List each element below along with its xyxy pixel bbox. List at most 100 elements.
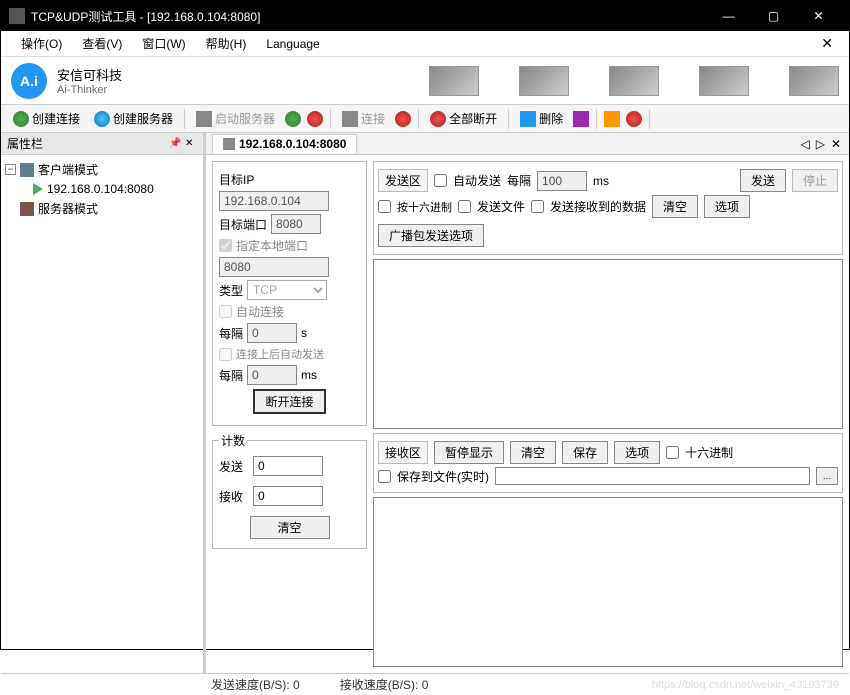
menubar: 操作(O) 查看(V) 窗口(W) 帮助(H) Language ✕ <box>1 31 849 57</box>
minimize-button[interactable]: — <box>706 1 751 31</box>
separator <box>596 109 597 129</box>
config-panel: 目标IP 目标端口 指定本地端口 类型 TCP <box>212 161 367 667</box>
close-button[interactable]: ✕ <box>796 1 841 31</box>
purge-icon[interactable] <box>573 111 589 127</box>
recv-section-label: 接收区 <box>378 441 428 464</box>
recv-textarea[interactable] <box>373 497 843 667</box>
send-interval-unit: ms <box>593 174 609 188</box>
tree-connection-item[interactable]: 192.168.0.104:8080 <box>5 180 199 198</box>
broadcast-options-button[interactable]: 广播包发送选项 <box>378 224 484 247</box>
connection-label: 192.168.0.104:8080 <box>47 182 154 196</box>
send-file-checkbox[interactable] <box>458 200 471 213</box>
create-server-button[interactable]: 创建服务器 <box>88 107 179 130</box>
hex-send-checkbox[interactable] <box>378 200 391 213</box>
disconnect-icon[interactable] <box>395 111 411 127</box>
send-options-button[interactable]: 选项 <box>704 195 750 218</box>
disconnect-all-icon <box>430 111 446 127</box>
auto-send-checkbox[interactable] <box>434 174 447 187</box>
create-connection-button[interactable]: 创建连接 <box>7 107 86 130</box>
connect-icon <box>342 111 358 127</box>
stop-button: 停止 <box>792 169 838 192</box>
stop-icon[interactable] <box>307 111 323 127</box>
maximize-button[interactable]: ▢ <box>751 1 796 31</box>
tab-close-icon[interactable]: ✕ <box>829 137 843 151</box>
hex-send-label: 按十六进制 <box>397 199 452 215</box>
send-header: 发送区 自动发送 每隔 ms 发送 停止 按十六进制 发送 <box>373 161 843 255</box>
auto-connect-label: 自动连接 <box>236 303 284 320</box>
titlebar: TCP&UDP测试工具 - [192.168.0.104:8080] — ▢ ✕ <box>1 1 849 31</box>
client-mode-label: 客户端模式 <box>38 161 98 178</box>
brand-banner: A.i 安信可科技 Ai-Thinker <box>1 57 849 105</box>
send-count-input[interactable] <box>253 456 323 476</box>
local-port-input[interactable] <box>219 257 329 277</box>
brand-cn: 安信可科技 <box>57 65 122 84</box>
send-button[interactable]: 发送 <box>740 169 786 192</box>
disconnect-all-label: 全部断开 <box>449 110 497 127</box>
recv-save-button[interactable]: 保存 <box>562 441 608 464</box>
menu-view[interactable]: 查看(V) <box>72 31 132 56</box>
menu-help[interactable]: 帮助(H) <box>196 31 257 56</box>
target-ip-input[interactable] <box>219 191 329 211</box>
brand-text: 安信可科技 Ai-Thinker <box>57 65 122 96</box>
window-buttons: — ▢ ✕ <box>706 1 841 31</box>
recv-clear-button[interactable]: 清空 <box>510 441 556 464</box>
delete-label: 删除 <box>539 110 563 127</box>
interval1-input[interactable] <box>247 323 297 343</box>
counter-clear-button[interactable]: 清空 <box>250 516 330 539</box>
statusbar: 发送速度(B/S): 0 接收速度(B/S): 0 https://blog.c… <box>1 673 849 695</box>
send-recv-data-checkbox[interactable] <box>531 200 544 213</box>
app-icon <box>9 8 25 24</box>
separator <box>330 109 331 129</box>
delete-button[interactable]: 删除 <box>514 107 569 130</box>
send-textarea[interactable] <box>373 259 843 429</box>
recv-speed-label: 接收速度(B/S): <box>340 678 422 692</box>
interval2-input[interactable] <box>247 365 297 385</box>
counter-group: 计数 发送 接收 清空 <box>212 432 367 549</box>
recv-options-button[interactable]: 选项 <box>614 441 660 464</box>
target-ip-label: 目标IP <box>219 171 254 188</box>
tab-prev-icon[interactable]: ◁ <box>798 137 811 151</box>
send-speed-label: 发送速度(B/S): <box>211 678 293 692</box>
recv-speed-value: 0 <box>422 678 429 692</box>
file-path-input[interactable] <box>495 467 810 485</box>
option-icon-1[interactable] <box>604 111 620 127</box>
tab-next-icon[interactable]: ▷ <box>814 137 827 151</box>
tree-server-mode[interactable]: 服务器模式 <box>5 198 199 219</box>
content-area: 192.168.0.104:8080 ◁ ▷ ✕ 目标IP 目标端口 <box>206 133 849 673</box>
start-server-button[interactable]: 启动服务器 <box>190 107 281 130</box>
start-server-label: 启动服务器 <box>215 110 275 127</box>
interval1-unit: s <box>301 326 307 340</box>
disconnect-button[interactable]: 断开连接 <box>253 389 325 414</box>
mdi-close-button[interactable]: ✕ <box>815 35 839 52</box>
status-icon <box>285 111 301 127</box>
save-to-file-checkbox[interactable] <box>378 470 391 483</box>
connect-button[interactable]: 连接 <box>336 107 391 130</box>
sidebar-close-icon[interactable]: ✕ <box>185 138 197 150</box>
local-port-label: 指定本地端口 <box>236 237 308 254</box>
menu-language[interactable]: Language <box>256 33 329 55</box>
send-clear-button[interactable]: 清空 <box>652 195 698 218</box>
option-icon-2[interactable] <box>626 111 642 127</box>
type-select: TCP <box>247 280 327 300</box>
tabbar: 192.168.0.104:8080 ◁ ▷ ✕ <box>206 133 849 155</box>
chip-icon <box>789 66 839 96</box>
connect-label: 连接 <box>361 110 385 127</box>
chip-icon <box>699 66 749 96</box>
recv-header: 接收区 暂停显示 清空 保存 选项 十六进制 保存到文件(实时) … <box>373 433 843 493</box>
connection-tab[interactable]: 192.168.0.104:8080 <box>212 134 357 153</box>
hex-recv-checkbox[interactable] <box>666 446 679 459</box>
tree-collapse-icon[interactable]: − <box>5 164 16 175</box>
recv-count-label: 接收 <box>219 488 249 505</box>
send-interval-input[interactable] <box>537 171 587 191</box>
pin-icon[interactable]: 📌 <box>169 138 181 150</box>
globe-icon <box>94 111 110 127</box>
disconnect-all-button[interactable]: 全部断开 <box>424 107 503 130</box>
menu-operate[interactable]: 操作(O) <box>11 31 72 56</box>
create-conn-label: 创建连接 <box>32 110 80 127</box>
tree-client-mode[interactable]: − 客户端模式 <box>5 159 199 180</box>
target-port-input[interactable] <box>271 214 321 234</box>
menu-window[interactable]: 窗口(W) <box>132 31 195 56</box>
pause-button[interactable]: 暂停显示 <box>434 441 504 464</box>
browse-button[interactable]: … <box>816 467 838 485</box>
recv-count-input[interactable] <box>253 486 323 506</box>
